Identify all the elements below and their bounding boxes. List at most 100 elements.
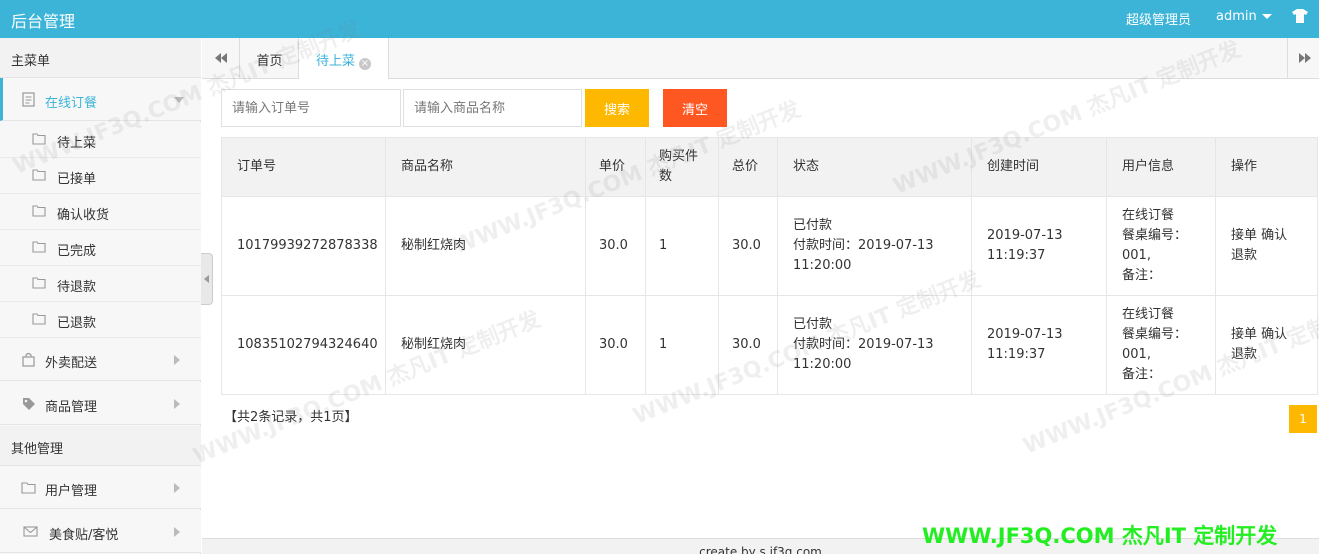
column-header: 商品名称 bbox=[385, 137, 586, 197]
sidebar-item-delivery[interactable]: 外卖配送 bbox=[0, 338, 201, 381]
sidebar-collapse-button[interactable] bbox=[201, 253, 213, 305]
created-date: 2019-07-13 bbox=[987, 228, 1063, 243]
paid-time-clock: 11:20:00 bbox=[793, 258, 852, 273]
sidebar-item-label: 外卖配送 bbox=[45, 356, 98, 371]
sidebar-subitem-label: 确认收货 bbox=[57, 208, 110, 223]
row-actions: 接单 确认 退款 bbox=[1215, 196, 1318, 296]
chevron-right-icon bbox=[174, 483, 180, 493]
total-price: 30.0 bbox=[718, 295, 778, 395]
double-chevron-left-icon bbox=[215, 53, 227, 63]
chevron-down-icon[interactable] bbox=[1262, 14, 1272, 19]
table-number-label: 餐桌编号： bbox=[1122, 228, 1188, 243]
folder-icon bbox=[32, 169, 46, 181]
refund-link[interactable]: 退款 bbox=[1231, 347, 1257, 362]
sidebar-subitem-accepted[interactable]: 已接单 bbox=[0, 158, 201, 194]
mail-icon bbox=[23, 526, 38, 537]
sidebar-item-label: 用户管理 bbox=[45, 484, 98, 499]
product-name-input[interactable] bbox=[403, 89, 582, 127]
column-header: 购买件数 bbox=[645, 137, 719, 197]
total-price: 30.0 bbox=[718, 196, 778, 296]
search-button[interactable]: 搜索 bbox=[585, 89, 649, 127]
sidebar-item-food-posts[interactable]: 美食贴/客悦 bbox=[0, 510, 201, 553]
created-time: 2019-07-13 11:19:37 bbox=[971, 295, 1107, 395]
remark-label: 备注： bbox=[1122, 268, 1162, 283]
sidebar-item-product-management[interactable]: 商品管理 bbox=[0, 382, 201, 425]
refund-link[interactable]: 退款 bbox=[1231, 248, 1257, 263]
created-time: 2019-07-13 11:19:37 bbox=[971, 196, 1107, 296]
product-name: 秘制红烧肉 bbox=[385, 295, 586, 395]
clear-button[interactable]: 清空 bbox=[663, 89, 727, 127]
tab-scroll-right-button[interactable] bbox=[1287, 38, 1319, 78]
sidebar-subitem-completed[interactable]: 已完成 bbox=[0, 230, 201, 266]
column-header: 用户信息 bbox=[1106, 137, 1216, 197]
sidebar-subitem-confirm-receipt[interactable]: 确认收货 bbox=[0, 194, 201, 230]
folder-icon bbox=[32, 133, 46, 145]
top-header: 后台管理 超级管理员 admin bbox=[0, 0, 1319, 38]
table-row: 10179939272878338 秘制红烧肉 30.0 1 30.0 已付款 … bbox=[221, 196, 1318, 296]
tab-scroll-left-button[interactable] bbox=[202, 38, 240, 78]
paid-time: 付款时间：2019-07-13 bbox=[793, 337, 934, 352]
order-number-input[interactable] bbox=[221, 89, 401, 127]
tab-pending-serve[interactable]: 待上菜 × bbox=[299, 38, 389, 79]
user-menu[interactable]: admin bbox=[1216, 9, 1257, 24]
table-number: 001, bbox=[1122, 248, 1151, 263]
page-button-1[interactable]: 1 bbox=[1289, 405, 1317, 433]
product-name: 秘制红烧肉 bbox=[385, 196, 586, 296]
chevron-right-icon bbox=[174, 399, 180, 409]
sidebar-subitem-label: 已接单 bbox=[57, 172, 97, 187]
quantity: 1 bbox=[645, 295, 719, 395]
sidebar-subitem-pending-refund[interactable]: 待退款 bbox=[0, 266, 201, 302]
shopping-bag-icon bbox=[22, 352, 35, 367]
column-header: 状态 bbox=[777, 137, 972, 197]
paid-time: 付款时间：2019-07-13 bbox=[793, 238, 934, 253]
chevron-left-icon bbox=[204, 275, 209, 283]
tag-icon bbox=[23, 398, 35, 410]
sidebar-item-online-order[interactable]: 在线订餐 bbox=[0, 78, 201, 121]
sidebar-subitem-pending-serve[interactable]: 待上菜 bbox=[0, 122, 201, 158]
status-text: 已付款 bbox=[793, 317, 833, 332]
sidebar: 主菜单 在线订餐 待上菜 已接单 确认收货 已完成 待退款 已退款 外卖配送 商… bbox=[0, 38, 201, 554]
quantity: 1 bbox=[645, 196, 719, 296]
chevron-down-icon bbox=[174, 97, 184, 103]
sidebar-subitem-label: 已完成 bbox=[57, 244, 97, 259]
user-info: 在线订餐 餐桌编号： 001, 备注： bbox=[1106, 196, 1216, 296]
sidebar-item-label: 美食贴/客悦 bbox=[49, 528, 119, 543]
order-channel: 在线订餐 bbox=[1122, 307, 1175, 322]
accept-order-link[interactable]: 接单 bbox=[1231, 228, 1257, 243]
sidebar-subitem-refunded[interactable]: 已退款 bbox=[0, 302, 201, 338]
user-role: 超级管理员 bbox=[1126, 13, 1192, 28]
folder-icon bbox=[32, 277, 46, 289]
sidebar-subitem-label: 待上菜 bbox=[57, 136, 97, 151]
confirm-link[interactable]: 确认 bbox=[1261, 327, 1287, 342]
tab-home[interactable]: 首页 bbox=[241, 38, 299, 79]
created-clock: 11:19:37 bbox=[987, 347, 1046, 362]
sidebar-item-user-management[interactable]: 用户管理 bbox=[0, 466, 201, 509]
theme-shirt-icon[interactable] bbox=[1292, 9, 1308, 23]
accept-order-link[interactable]: 接单 bbox=[1231, 327, 1257, 342]
close-icon[interactable]: × bbox=[359, 58, 371, 70]
table-number-label: 餐桌编号： bbox=[1122, 327, 1188, 342]
column-header: 单价 bbox=[585, 137, 646, 197]
sidebar-subitem-label: 待退款 bbox=[57, 280, 97, 295]
unit-price: 30.0 bbox=[585, 295, 646, 395]
tab-label: 待上菜 bbox=[315, 54, 355, 69]
table-number: 001, bbox=[1122, 347, 1151, 362]
watermark-banner: WWW.JF3Q.COM 杰凡IT 定制开发 bbox=[922, 524, 1278, 548]
app-title: 后台管理 bbox=[11, 12, 76, 31]
status-text: 已付款 bbox=[793, 218, 833, 233]
user-info: 在线订餐 餐桌编号： 001, 备注： bbox=[1106, 295, 1216, 395]
column-header: 创建时间 bbox=[971, 137, 1107, 197]
order-number: 10179939272878338 bbox=[221, 196, 386, 296]
chevron-right-icon bbox=[174, 527, 180, 537]
row-actions: 接单 确认 退款 bbox=[1215, 295, 1318, 395]
tab-label: 首页 bbox=[256, 54, 283, 69]
sidebar-item-label: 在线订餐 bbox=[45, 96, 98, 111]
confirm-link[interactable]: 确认 bbox=[1261, 228, 1287, 243]
column-header: 操作 bbox=[1215, 137, 1318, 197]
paid-time-clock: 11:20:00 bbox=[793, 357, 852, 372]
sidebar-item-label: 商品管理 bbox=[45, 400, 98, 415]
column-header: 订单号 bbox=[221, 137, 386, 197]
created-date: 2019-07-13 bbox=[987, 327, 1063, 342]
created-clock: 11:19:37 bbox=[987, 248, 1046, 263]
folder-icon bbox=[32, 241, 46, 253]
